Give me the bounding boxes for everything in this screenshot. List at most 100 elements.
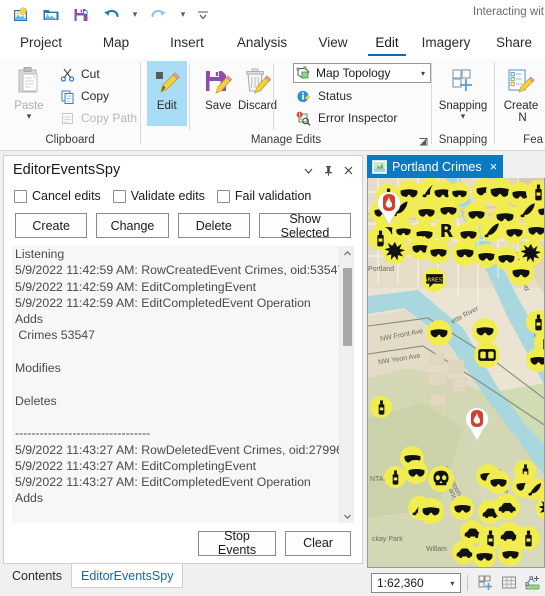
close-icon[interactable] [338, 160, 358, 180]
cut-button[interactable]: Cut [56, 63, 137, 85]
validate-edits-checkbox[interactable]: Validate edits [112, 189, 205, 203]
grid-icon[interactable] [498, 572, 522, 594]
crime-marker[interactable] [472, 544, 496, 567]
event-log-text[interactable]: Listening 5/9/2022 11:42:59 AM: RowCreat… [12, 246, 339, 523]
paste-button[interactable]: Paste ▾ [6, 61, 52, 121]
dock-tab-contents[interactable]: Contents [3, 564, 71, 588]
fail-validation-checkbox[interactable]: Fail validation [216, 189, 312, 203]
crime-marker[interactable] [384, 466, 406, 488]
map-scale-value: 1:62,360 [377, 576, 424, 590]
chevron-down-icon[interactable]: ▾ [444, 579, 460, 588]
crime-marker[interactable] [494, 494, 520, 520]
cancel-edits-checkbox[interactable]: Cancel edits [14, 189, 101, 203]
crime-marker[interactable] [418, 498, 444, 524]
ribbon-tab-insert[interactable]: Insert [150, 29, 224, 58]
scrollbar-track[interactable] [340, 260, 355, 509]
discard-edits-button[interactable]: Discard [238, 61, 277, 112]
map-topology-combo[interactable]: Map Topology ▾ [292, 63, 431, 83]
map-tab-label: Portland Crimes [392, 159, 482, 174]
manage-edits-dialog-launcher[interactable] [418, 137, 429, 148]
crime-marker[interactable]: R [434, 218, 458, 242]
save-edits-button[interactable]: Save [199, 61, 239, 112]
crime-marker[interactable] [498, 542, 522, 566]
copy-path-button[interactable]: Copy Path [56, 107, 137, 129]
status-label: Status [317, 89, 353, 103]
show-selected-button[interactable]: Show Selected [258, 212, 351, 240]
error-inspector-icon [293, 111, 315, 126]
ribbon-tab-edit[interactable]: Edit [366, 29, 408, 58]
crime-marker[interactable] [508, 260, 534, 286]
ribbon-group-manage-edits: Edit Save Discard Map Topology ▾ Status … [141, 58, 431, 150]
pin-icon[interactable] [318, 160, 338, 180]
redo-icon[interactable] [146, 3, 172, 27]
selection-icon[interactable] [521, 572, 545, 594]
crime-marker[interactable] [474, 342, 500, 368]
create-text: Create [503, 100, 539, 112]
copy-button[interactable]: Copy [56, 85, 137, 107]
map-tab-close-icon[interactable]: × [490, 159, 498, 174]
dock-tab-editoreventsspy[interactable]: EditorEventsSpy [71, 564, 184, 588]
snapping-button[interactable]: Snapping ▾ [433, 61, 493, 121]
customize-quick-access-icon[interactable] [194, 3, 212, 27]
ribbon-tab-share[interactable]: Share [484, 29, 544, 58]
manage-edits-label-text: Manage Edits [250, 134, 322, 146]
add-grid-icon[interactable] [474, 572, 498, 594]
stop-events-button[interactable]: Stop Events [198, 529, 276, 557]
undo-icon[interactable] [98, 3, 124, 27]
crime-marker[interactable] [426, 240, 450, 264]
clear-button[interactable]: Clear [285, 530, 351, 556]
scroll-up-icon[interactable] [343, 246, 352, 260]
crime-marker[interactable] [472, 318, 498, 344]
scrollbar-thumb[interactable] [342, 268, 352, 346]
crime-marker[interactable] [526, 348, 544, 372]
crime-marker[interactable] [524, 218, 544, 242]
undo-dropdown-icon[interactable]: ▾ [128, 3, 142, 27]
crime-marker[interactable] [426, 320, 452, 346]
crime-marker[interactable] [428, 466, 454, 492]
create-button[interactable]: Create [15, 213, 88, 238]
crime-marker[interactable] [502, 220, 526, 244]
paste-dropdown-icon[interactable]: ▾ [27, 112, 32, 121]
fail-validation-label: Fail validation [234, 189, 312, 203]
app-status-text: Interacting wit [473, 6, 544, 18]
edit-button[interactable]: Edit [147, 61, 187, 126]
ribbon-tab-project[interactable]: Project [0, 29, 82, 58]
map-canvas[interactable]: NW Front AveNW Yeon Avellamette BlvdPort… [367, 178, 545, 568]
open-project-icon[interactable] [38, 3, 64, 27]
new-project-icon[interactable] [8, 3, 34, 27]
ribbon-tab-analysis[interactable]: Analysis [224, 29, 300, 58]
crime-marker[interactable] [450, 496, 474, 520]
snapping-dropdown-icon[interactable]: ▾ [461, 112, 466, 121]
chevron-down-icon[interactable]: ▾ [416, 69, 430, 78]
ribbon-tab-imagery[interactable]: Imagery [408, 29, 484, 58]
crime-marker[interactable]: ARREST [422, 268, 446, 292]
error-inspector-button[interactable]: Error Inspector [293, 107, 431, 129]
map-scale-combo[interactable]: 1:62,360 ▾ [371, 573, 462, 593]
crime-marker[interactable] [404, 460, 428, 484]
crime-marker[interactable] [480, 218, 504, 242]
edit-label: Edit [156, 100, 177, 112]
fire-station-pin[interactable] [462, 406, 492, 443]
pane-title: EditorEventsSpy [13, 162, 121, 178]
validate-edits-label: Validate edits [130, 189, 205, 203]
map-tab-portland-crimes[interactable]: Portland Crimes × [367, 155, 504, 178]
pane-menu-icon[interactable] [298, 160, 318, 180]
status-button[interactable]: Status [293, 85, 431, 107]
crime-marker[interactable] [382, 238, 408, 264]
delete-button[interactable]: Delete [177, 213, 250, 238]
create-features-button[interactable]: Create N [499, 61, 543, 124]
crime-marker[interactable] [370, 396, 392, 418]
ribbon-tab-view[interactable]: View [300, 29, 366, 58]
crime-marker[interactable] [486, 470, 510, 494]
crime-marker[interactable] [414, 200, 438, 224]
redo-dropdown-icon[interactable]: ▾ [176, 3, 190, 27]
fire-station-pin[interactable] [374, 190, 404, 227]
save-project-icon[interactable] [68, 3, 94, 27]
map-tab-bar: Portland Crimes × [367, 155, 545, 178]
map-street-label: ckay Park [372, 536, 403, 543]
change-button[interactable]: Change [96, 213, 169, 238]
scroll-down-icon[interactable] [343, 509, 352, 523]
inner-separator [189, 64, 190, 130]
ribbon-tab-map[interactable]: Map [82, 29, 150, 58]
event-log-scrollbar[interactable] [339, 246, 354, 523]
